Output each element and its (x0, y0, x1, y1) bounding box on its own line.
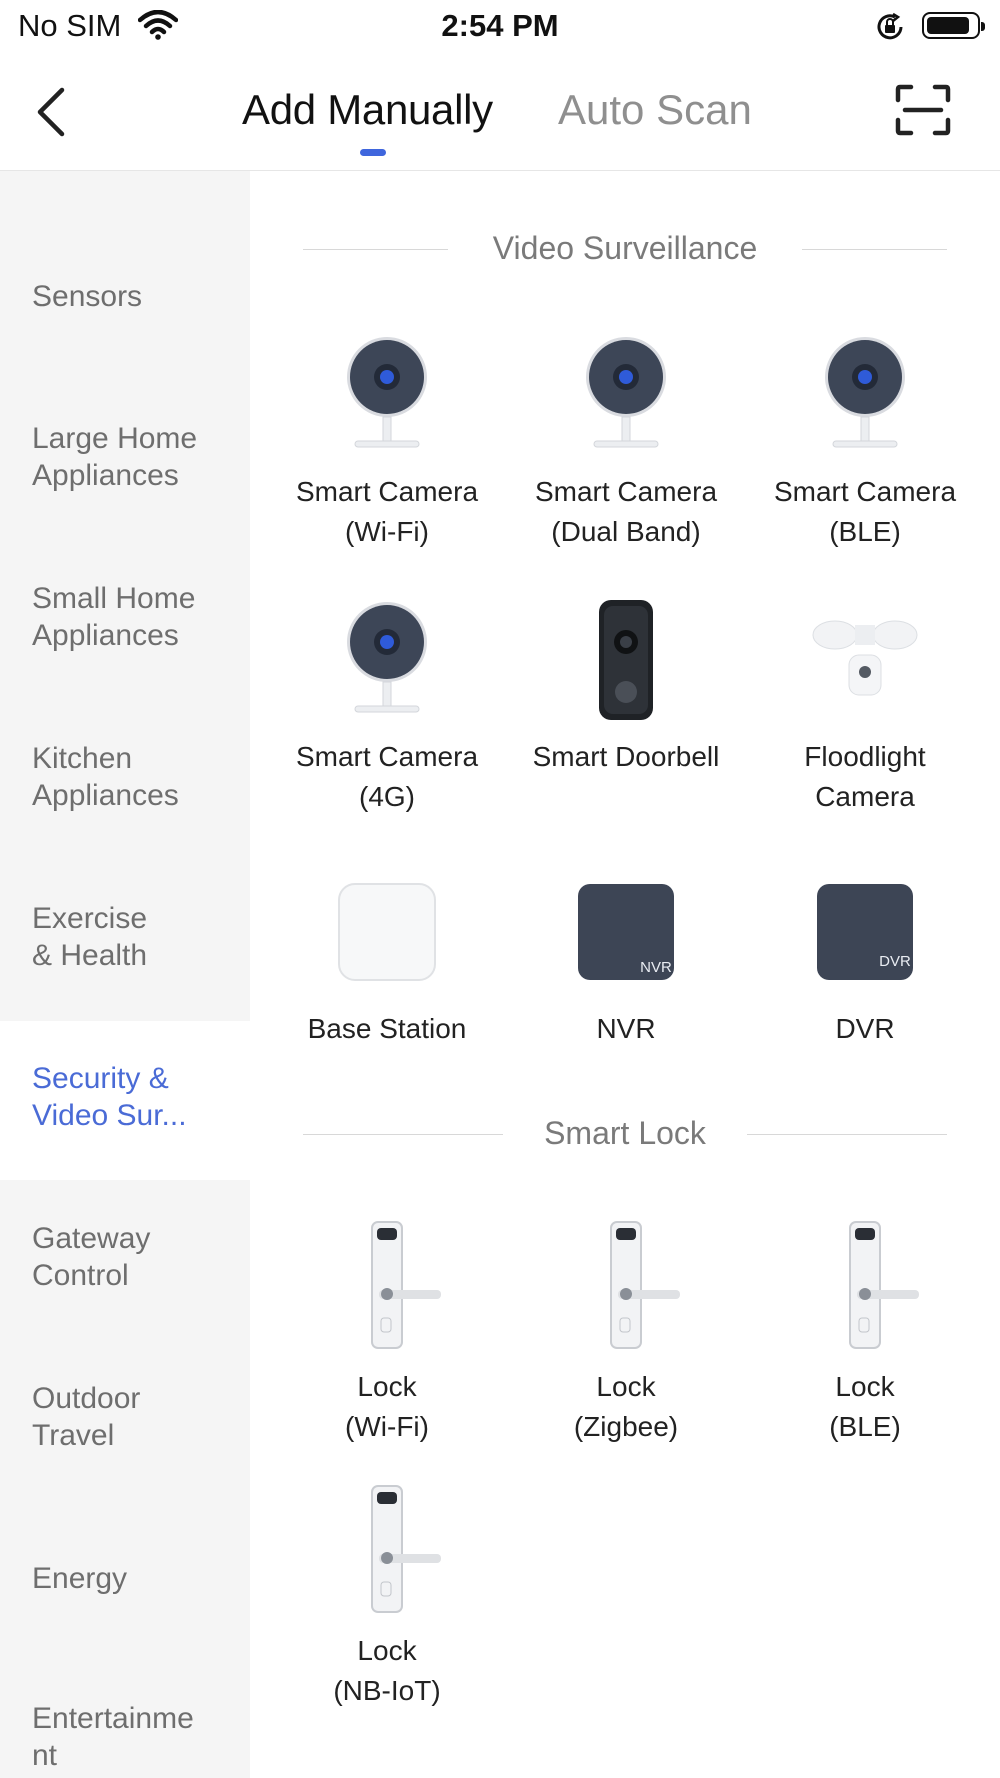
sidebar-item-energy[interactable]: Energy (0, 1560, 250, 1597)
sidebar-item-sensors[interactable]: Sensors (0, 278, 250, 315)
device-label: Lock (Wi-Fi) (345, 1371, 429, 1442)
device-nvr[interactable]: NVR NVR (511, 872, 741, 1049)
device-lock-zigbee[interactable]: Lock (Zigbee) (511, 1220, 741, 1447)
device-label: NVR (596, 1013, 656, 1044)
device-label: DVR (835, 1013, 895, 1044)
device-lock-nb-iot[interactable]: Lock (NB-IoT) (272, 1484, 502, 1711)
sidebar-item-entertainment[interactable]: Entertainme nt (0, 1700, 250, 1774)
device-smart-camera-4g[interactable]: Smart Camera (4G) (272, 600, 502, 817)
device-label: Lock (BLE) (829, 1371, 901, 1442)
device-dvr[interactable]: DVR DVR (750, 872, 980, 1049)
lock-icon (610, 1221, 680, 1349)
device-label: Lock (Zigbee) (573, 1371, 679, 1442)
scan-qr-icon[interactable] (895, 84, 951, 136)
camera-icon (347, 602, 427, 713)
battery-icon (922, 12, 985, 39)
nvr-badge: NVR (640, 959, 672, 976)
doorbell-icon (599, 600, 653, 720)
sidebar-item-outdoor-travel[interactable]: Outdoor Travel (0, 1380, 250, 1454)
device-label: Lock (NB-IoT) (333, 1635, 441, 1706)
sidebar-item-large-home-appliances[interactable]: Large Home Appliances (0, 420, 250, 494)
lock-icon (371, 1485, 441, 1613)
sidebar-item-security-video[interactable]: Security & Video Sur... (0, 1021, 250, 1180)
lock-icon (371, 1221, 441, 1349)
device-smart-camera-wifi[interactable]: Smart Camera (Wi-Fi) (272, 335, 502, 552)
device-smart-camera-dual-band[interactable]: Smart Camera (Dual Band) (511, 335, 741, 552)
device-lock-wifi[interactable]: Lock (Wi-Fi) (272, 1220, 502, 1447)
device-floodlight-camera[interactable]: Floodlight Camera (750, 600, 980, 817)
device-base-station[interactable]: Base Station (272, 872, 502, 1049)
sidebar-item-kitchen-appliances[interactable]: Kitchen Appliances (0, 740, 250, 814)
device-label: Smart Camera (4G) (295, 741, 479, 812)
camera-icon (347, 337, 427, 448)
device-label: Base Station (307, 1013, 467, 1044)
device-label: Floodlight Camera (804, 741, 926, 812)
sidebar-item-gateway-control[interactable]: Gateway Control (0, 1220, 250, 1294)
tab-auto-scan[interactable]: Auto Scan (558, 86, 752, 134)
dvr-icon: DVR (817, 884, 913, 980)
sidebar-item-exercise-health[interactable]: Exercise & Health (0, 900, 250, 974)
section-title-video-surveillance: Video Surveillance (300, 230, 950, 267)
dvr-badge: DVR (879, 953, 911, 970)
lock-icon (849, 1221, 919, 1349)
device-smart-camera-ble[interactable]: Smart Camera (BLE) (750, 335, 980, 552)
back-arrow-icon[interactable] (28, 84, 78, 140)
device-label: Smart Camera (Dual Band) (534, 476, 718, 547)
status-bar: No SIM 2:54 PM (0, 0, 1000, 56)
device-label: Smart Camera (Wi-Fi) (295, 476, 479, 547)
floodlight-camera-icon (812, 620, 918, 696)
base-station-icon (338, 883, 436, 981)
device-lock-ble[interactable]: Lock (BLE) (750, 1220, 980, 1447)
tab-add-manually[interactable]: Add Manually (242, 86, 493, 134)
camera-icon (825, 337, 905, 448)
clock: 2:54 PM (441, 8, 559, 43)
orientation-lock-icon (877, 12, 903, 40)
device-smart-doorbell[interactable]: Smart Doorbell (511, 600, 741, 777)
device-label: Smart Doorbell (532, 741, 720, 772)
sidebar-item-small-home-appliances[interactable]: Small Home Appliances (0, 580, 250, 654)
section-title-smart-lock: Smart Lock (300, 1115, 950, 1152)
nvr-icon: NVR (578, 884, 674, 980)
nav-bar: Add Manually Auto Scan (0, 56, 1000, 171)
device-label: Smart Camera (BLE) (773, 476, 957, 547)
active-tab-indicator (360, 149, 386, 156)
category-sidebar: Sensors Large Home Appliances Small Home… (0, 171, 250, 1778)
camera-icon (586, 337, 666, 448)
